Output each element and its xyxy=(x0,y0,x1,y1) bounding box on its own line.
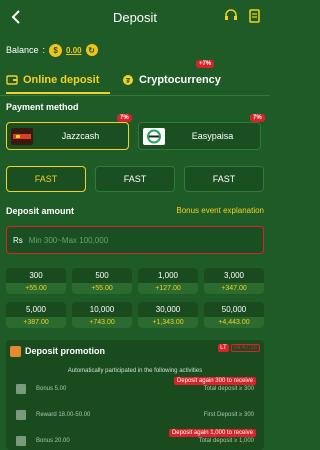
channel-option[interactable]: FAST xyxy=(6,166,86,192)
svg-text:₮: ₮ xyxy=(126,78,131,85)
easypaisa-logo-icon xyxy=(143,128,165,145)
gift-box-icon xyxy=(16,410,26,420)
promo-subtitle: Automatically participated in the follow… xyxy=(67,368,203,374)
payment-easypaisa[interactable]: Easypaisa xyxy=(138,122,261,150)
promo-row: Reward 18.00-50.00 First Deposit ≥ 300 xyxy=(10,410,260,424)
jazzcash-label: Jazzcash xyxy=(61,131,100,141)
channel-option[interactable]: FAST xyxy=(95,166,175,192)
jazzcash-logo-icon xyxy=(11,128,33,145)
customer-service-icon[interactable] xyxy=(224,9,238,23)
header-bar: Deposit xyxy=(0,0,270,34)
page-title: Deposit xyxy=(112,9,158,25)
amount-option[interactable]: 3,000 +347.00 xyxy=(204,268,264,294)
amount-option[interactable]: 300 +55.00 xyxy=(6,268,66,294)
promo-row: Bonus 20.00 Total deposit ≥ 1,000 Deposi… xyxy=(10,429,260,450)
amount-placeholder: Min 300~Max 100,000 xyxy=(28,235,109,245)
promo-row: Bonus 5.00 Total deposit ≥ 300 Deposit a… xyxy=(10,377,260,398)
crypto-bonus-badge: +7% xyxy=(196,60,215,68)
amount-option[interactable]: 10,000 +743.00 xyxy=(72,302,132,328)
gift-icon xyxy=(10,345,21,357)
payment-method-label: Payment method xyxy=(6,102,79,112)
promo-title: Deposit promotion xyxy=(25,346,105,356)
easypaisa-bonus-badge: 7% xyxy=(250,114,265,122)
bonus-explanation-link[interactable]: Bonus event explanation xyxy=(176,206,264,215)
gift-box-icon xyxy=(16,436,26,446)
currency-label: Rs xyxy=(13,235,23,245)
easypaisa-label: Easypaisa xyxy=(191,131,234,141)
gift-box-icon xyxy=(16,384,26,394)
amount-option[interactable]: 1,000 +127.00 xyxy=(138,268,198,294)
amount-option[interactable]: 5,000 +387.00 xyxy=(6,302,66,328)
channel-row: FAST FAST FAST xyxy=(6,166,264,192)
promo-row-badge: Deposit again 300 to receive xyxy=(173,377,256,385)
wallet-icon xyxy=(6,75,18,85)
refresh-icon[interactable]: ↻ xyxy=(85,44,98,56)
jazzcash-bonus-badge: 7% xyxy=(117,114,132,122)
countdown-value: 04:47:18 xyxy=(230,344,260,352)
records-icon[interactable] xyxy=(248,9,262,23)
tab-online-deposit[interactable]: Online deposit xyxy=(6,66,99,94)
coin-icon: $ xyxy=(49,43,63,57)
deposit-amount-label: Deposit amount xyxy=(6,206,75,216)
deposit-tabs: Online deposit ₮ Cryptocurrency +7% xyxy=(0,60,270,94)
divider xyxy=(0,95,270,96)
amount-option[interactable]: 500 +55.00 xyxy=(72,268,132,294)
crypto-icon: ₮ xyxy=(123,75,133,85)
deposit-amount-header: Deposit amount Bonus event explanation xyxy=(6,206,264,220)
promo-timer: LT 04:47:18 xyxy=(218,344,260,352)
balance-label: Balance xyxy=(6,45,39,55)
amount-input[interactable]: Rs Min 300~Max 100,000 xyxy=(6,226,264,254)
amount-option[interactable]: 30,000 +1,343.00 xyxy=(138,302,198,328)
active-tab-indicator xyxy=(6,92,110,94)
limited-time-badge: LT xyxy=(218,344,229,352)
channel-option[interactable]: FAST xyxy=(184,166,264,192)
back-arrow-icon[interactable] xyxy=(6,7,26,27)
payment-jazzcash[interactable]: Jazzcash xyxy=(6,122,129,150)
balance-row: Balance : $ 0.00 ↻ xyxy=(6,42,98,58)
promo-row-badge: Deposit again 1,000 to receive xyxy=(168,429,256,437)
balance-value: 0.00 xyxy=(66,45,82,55)
deposit-promotion-panel: Deposit promotion LT 04:47:18 Automatica… xyxy=(6,340,264,450)
tab-cryptocurrency[interactable]: ₮ Cryptocurrency xyxy=(122,66,221,94)
amount-option[interactable]: 50,000 +4,443.00 xyxy=(204,302,264,328)
